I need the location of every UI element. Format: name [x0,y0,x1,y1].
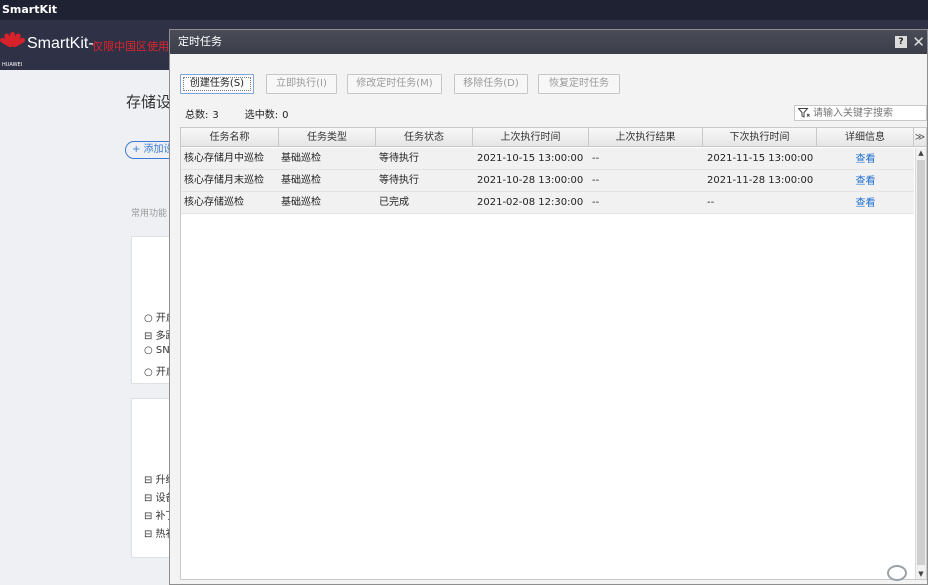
cell-last-run-result: -- [592,153,600,164]
column-header[interactable]: 上次执行时间 [473,128,589,147]
column-header[interactable]: 任务类型 [279,128,376,147]
logo-text: HUAWEI [2,62,23,68]
cell-task-type: 基础巡检 [281,175,321,186]
total-count: 3 [212,110,219,121]
dialog-title: 定时任务 [178,35,222,48]
cell-last-run-result: -- [592,175,600,186]
app-root: SmartKit HUAWEI SmartKit- 仅限中国区使用 存储设 + … [0,0,928,585]
dialog-body: 创建任务(S) 立即执行(I) 修改定时任务(M) 移除任务(D) 恢复定时任务… [170,54,927,584]
column-header[interactable]: 任务状态 [376,128,473,147]
remove-task-button[interactable]: 移除任务(D) [454,74,528,94]
scrollbar-thumb[interactable] [917,160,925,565]
dialog-titlebar[interactable]: 定时任务 ? ✕ [170,30,927,54]
app-subtitle: 仅限中国区使用 [92,40,169,53]
cell-task-name: 核心存储巡检 [184,197,244,208]
window-title: SmartKit [0,0,928,20]
column-header[interactable]: 下次执行时间 [703,128,817,147]
column-chooser-icon[interactable]: ≫ [914,128,926,147]
cell-next-run-time: 2021-11-28 13:00:00 [707,175,814,186]
column-header[interactable]: 上次执行结果 [589,128,703,147]
selected-count: 0 [282,110,289,121]
cell-task-status: 等待执行 [379,175,419,186]
cell-next-run-time: 2021-11-15 13:00:00 [707,153,814,164]
column-header[interactable]: 详细信息 [817,128,914,147]
filter-icon[interactable] [798,108,810,118]
cell-task-name: 核心存储月末巡检 [184,175,264,186]
table-row[interactable]: 核心存储月末巡检 基础巡检 等待执行 2021-10-28 13:00:00 -… [181,170,914,192]
background-section-label: 常用功能 [131,209,168,219]
cell-task-type: 基础巡检 [281,197,321,208]
modify-schedule-button[interactable]: 修改定时任务(M) [347,74,442,94]
app-name: SmartKit- [27,35,94,52]
scroll-up-icon[interactable]: ▲ [916,148,926,159]
card-item[interactable]: ○ SN [144,345,170,356]
view-detail-link[interactable]: 查看 [817,170,914,192]
table-row[interactable]: 核心存储巡检 基础巡检 已完成 2021-02-08 12:30:00 -- -… [181,192,914,214]
cell-last-run-time: 2021-10-28 13:00:00 [477,175,584,186]
view-detail-link[interactable]: 查看 [817,148,914,170]
cell-last-run-result: -- [592,197,600,208]
task-stats: 总数: 3 选中数: 0 [185,106,293,121]
cell-task-type: 基础巡检 [281,153,321,164]
cell-task-name: 核心存储月中巡检 [184,153,264,164]
restore-schedule-button[interactable]: 恢复定时任务 [538,74,620,94]
selected-label: 选中数: [244,110,279,121]
huawei-logo-icon: HUAWEI [0,30,26,68]
vertical-scrollbar[interactable]: ▲ ▼ [915,148,926,579]
scheduled-tasks-dialog: 定时任务 ? ✕ 创建任务(S) 立即执行(I) 修改定时任务(M) 移除任务(… [169,29,928,585]
search-input[interactable] [813,106,925,120]
close-icon[interactable]: ✕ [912,33,925,51]
table-header: 任务名称 任务类型 任务状态 上次执行时间 上次执行结果 下次执行时间 详细信息… [181,128,926,147]
create-task-button[interactable]: 创建任务(S) [180,74,254,94]
total-label: 总数: [185,110,209,121]
background-heading: 存储设 [126,93,172,111]
view-detail-link[interactable]: 查看 [817,192,914,214]
assistant-icon[interactable] [887,565,907,581]
column-header[interactable]: 任务名称 [181,128,279,147]
cell-last-run-time: 2021-10-15 13:00:00 [477,153,584,164]
cell-task-status: 已完成 [379,197,409,208]
run-now-button[interactable]: 立即执行(I) [266,74,337,94]
tasks-table: 任务名称 任务类型 任务状态 上次执行时间 上次执行结果 下次执行时间 详细信息… [180,127,927,580]
cell-next-run-time: -- [707,197,715,208]
cell-task-status: 等待执行 [379,153,419,164]
help-button[interactable]: ? [895,36,907,48]
cell-last-run-time: 2021-02-08 12:30:00 [477,197,584,208]
scroll-down-icon[interactable]: ▼ [916,569,926,579]
table-row[interactable]: 核心存储月中巡检 基础巡检 等待执行 2021-10-15 13:00:00 -… [181,148,914,170]
search-box [794,105,927,121]
